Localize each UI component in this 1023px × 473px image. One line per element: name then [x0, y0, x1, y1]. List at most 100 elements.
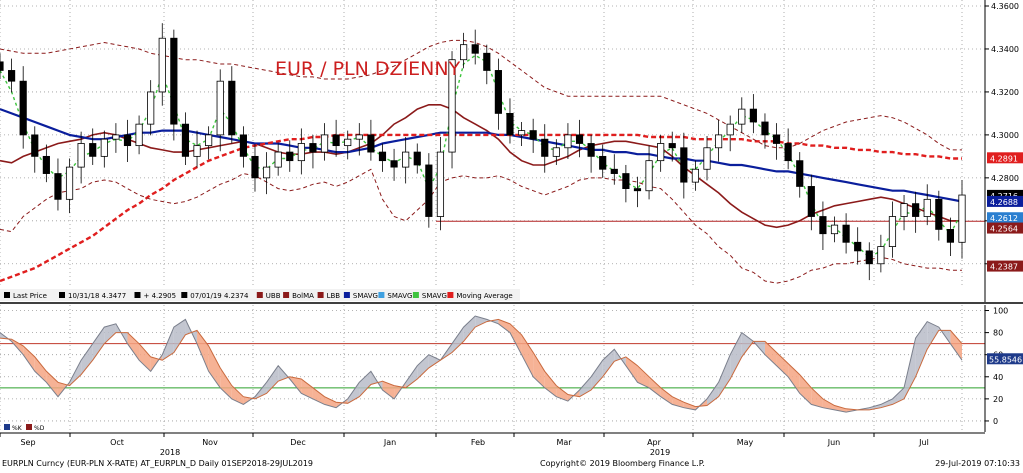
main-tick-label: 4.3600	[991, 2, 1019, 11]
candle-body	[31, 134, 39, 157]
candle-body	[8, 70, 16, 82]
x-tick-label: Jul	[918, 438, 929, 447]
candle-body	[471, 44, 479, 54]
candle-body	[680, 147, 688, 183]
x-tick-label: Oct	[110, 438, 124, 447]
candle-body	[726, 123, 734, 136]
candle-body	[946, 229, 954, 243]
candle-body	[205, 134, 213, 147]
candle-body	[193, 145, 201, 157]
sub-legend-label: %K	[12, 425, 23, 432]
candle-body	[402, 151, 410, 168]
candle-body	[42, 155, 50, 174]
candle-body	[622, 173, 630, 189]
legend-label: UBB	[266, 292, 281, 300]
chart-root: EUR / PLN DZIENNY 4.3600 4.3400 4.3200 4.30…	[0, 0, 1023, 469]
candle-body	[19, 80, 27, 136]
sub-legend-label: %D	[34, 425, 45, 432]
legend-swatch	[447, 292, 454, 298]
candle-body	[506, 113, 514, 136]
x-tick-label: Sep	[20, 438, 35, 447]
candle-body	[332, 134, 340, 147]
legend-label: SMAVG	[422, 292, 447, 300]
candle-body	[320, 134, 329, 153]
candle-body	[147, 91, 155, 125]
candle-body	[877, 246, 885, 265]
candle-body	[807, 186, 815, 217]
sub-tick-label: 20	[993, 395, 1003, 404]
candle-body	[494, 70, 502, 114]
candle-body	[228, 80, 236, 136]
candle-body	[854, 241, 862, 252]
x-tick-label: Dec	[290, 438, 305, 447]
sub-last-value-label: 55.8546	[989, 355, 1022, 364]
candle-body	[170, 37, 178, 125]
candle-body	[100, 138, 108, 157]
legend-swatch	[378, 292, 385, 298]
sub-tick-label: 80	[993, 329, 1003, 338]
candle-body	[645, 160, 653, 192]
candle-body	[668, 143, 676, 149]
legend-swatch	[343, 292, 350, 298]
candle-body	[367, 134, 375, 153]
x-tick-label: Jan	[383, 438, 396, 447]
candle-body	[436, 151, 445, 217]
candle-body	[309, 143, 317, 153]
x-tick-label: Apr	[647, 438, 662, 447]
eurpln-chart: EUR / PLN DZIENNY 4.3600 4.3400 4.3200 4.30…	[0, 0, 1023, 469]
candle-body	[958, 194, 966, 243]
candle-body	[552, 147, 560, 157]
candle-body	[251, 155, 259, 179]
chart-title: EUR / PLN DZIENNY	[275, 58, 461, 80]
footer-center: Copyright© 2019 Bloomberg Finance L.P.	[540, 459, 705, 468]
candle-body	[888, 216, 897, 247]
candle-body	[239, 134, 247, 157]
candle-body	[425, 164, 433, 217]
candle-body	[286, 151, 294, 162]
candle-body	[355, 134, 363, 140]
main-tick-label: 4.3400	[991, 45, 1019, 54]
candle-body	[297, 143, 305, 162]
candle-body	[483, 52, 491, 71]
sub-tick-label: 100	[993, 307, 1008, 316]
legend-label: SMAVG	[353, 292, 378, 300]
x-tick-label: Nov	[202, 438, 218, 447]
candle-body	[123, 134, 132, 147]
candle-body	[610, 168, 618, 174]
legend-swatch	[256, 292, 263, 298]
candle-body	[796, 160, 804, 187]
legend-label: BolMA	[292, 292, 314, 300]
year-label: 2019	[650, 448, 670, 457]
legend-swatch	[181, 292, 188, 298]
candle-body	[761, 121, 769, 136]
candle-body	[541, 138, 549, 157]
legend-label: Last Price	[13, 292, 47, 300]
candle-body	[274, 151, 282, 168]
candle-body	[262, 166, 271, 179]
candle-body	[900, 203, 908, 217]
candle-body	[344, 138, 352, 147]
candle-body	[0, 61, 4, 71]
candle-body	[564, 134, 572, 149]
candle-body	[703, 147, 711, 170]
candle-body	[216, 80, 224, 136]
legend-swatch	[412, 292, 419, 298]
candle-body	[460, 44, 468, 61]
legend-label: 07/01/19 4.2374	[190, 292, 249, 300]
sub-tick-label: 40	[993, 373, 1003, 382]
footer-right: 29-Jul-2019 07:10:33	[935, 459, 1020, 468]
chart-background	[0, 0, 1023, 469]
main-tick-label: 4.3200	[991, 88, 1019, 97]
sub-legend-swatch	[4, 424, 10, 430]
candle-body	[587, 143, 595, 157]
candle-body	[529, 130, 537, 140]
candle-body	[517, 130, 526, 136]
candle-body	[912, 203, 920, 217]
legend-label: LBB	[327, 292, 341, 300]
candle-body	[691, 168, 700, 183]
price-label-text: 4.2612	[990, 214, 1018, 223]
candle-body	[830, 224, 839, 235]
legend-label: Moving Average	[456, 292, 512, 300]
candle-body	[865, 250, 873, 265]
candle-body	[135, 123, 143, 147]
